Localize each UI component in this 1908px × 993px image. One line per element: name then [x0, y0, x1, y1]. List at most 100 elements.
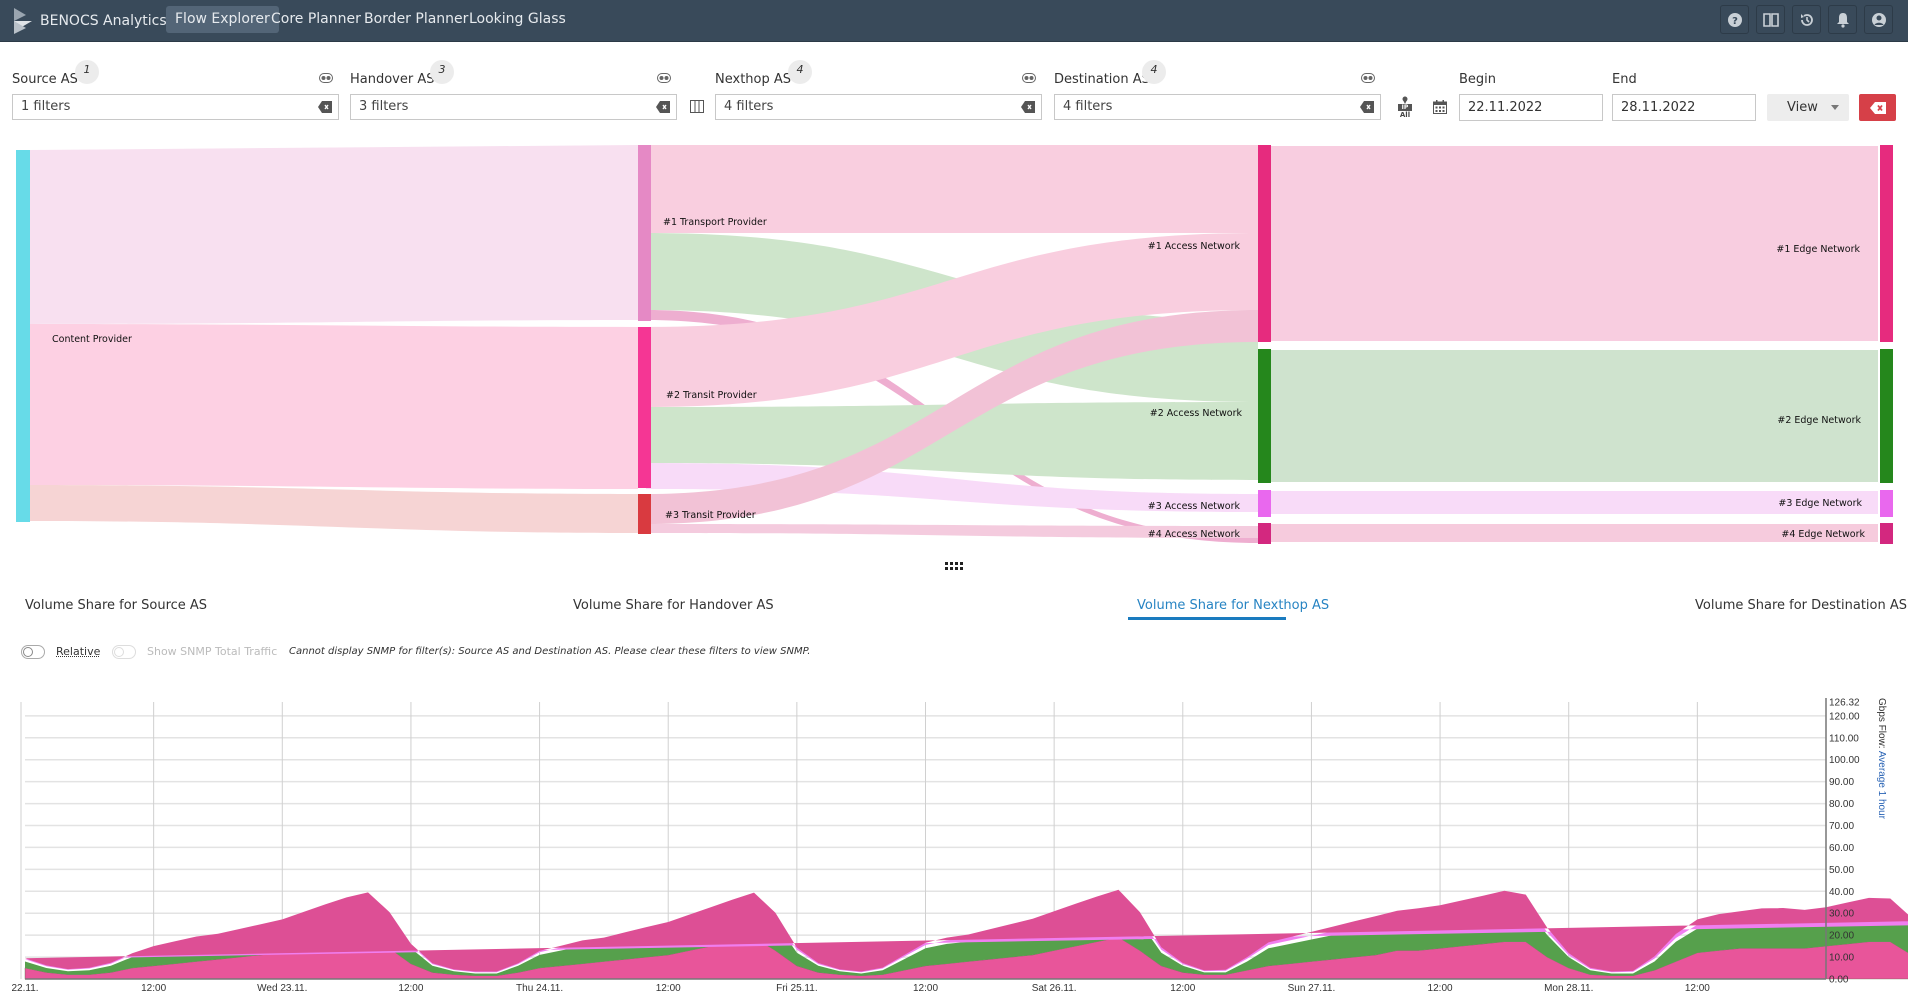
source-as-label: Source AS: [12, 72, 78, 87]
area-series-4[interactable]: [25, 734, 1908, 972]
node-content-provider[interactable]: [16, 150, 30, 522]
source-as-filter-input[interactable]: 1 filters: [12, 94, 339, 120]
source-as-filter-value: 1 filters: [21, 99, 71, 114]
node-label-edge-network-1: #1 Edge Network: [1776, 244, 1860, 255]
node-label-edge-network-4: #4 Edge Network: [1781, 529, 1865, 540]
clear-source-as-icon[interactable]: [318, 101, 332, 113]
clear-handover-as-icon[interactable]: [656, 101, 670, 113]
link-content-provider-to-transport-1[interactable]: [30, 145, 638, 324]
node-edge-network-4[interactable]: [1880, 523, 1893, 544]
node-transit-provider-3[interactable]: [638, 494, 651, 534]
node-label-access-network-3: #3 Access Network: [1148, 501, 1241, 512]
tab-handover-as[interactable]: Volume Share for Handover AS: [573, 598, 774, 613]
toggle-knob: [23, 647, 33, 657]
nexthop-as-filter-count: 4: [788, 60, 812, 84]
relative-toggle[interactable]: [21, 645, 45, 659]
node-edge-network-2[interactable]: [1880, 349, 1893, 483]
brand-logo[interactable]: BENOCS Analytics: [12, 6, 167, 36]
y-tick-label: 80.00: [1829, 799, 1854, 810]
user-account-button[interactable]: [1864, 5, 1893, 34]
x-tick-label: 12:00: [398, 983, 423, 993]
y-axis-title-aggregation[interactable]: Average 1 hour: [1876, 751, 1887, 820]
x-tick-label: 12:00: [656, 983, 681, 993]
handover-as-visibility-icon[interactable]: [657, 73, 671, 83]
help-icon: ?: [1727, 12, 1742, 27]
y-tick-label: 20.00: [1829, 931, 1854, 942]
node-label-access-network-4: #4 Access Network: [1148, 529, 1241, 540]
node-label-content-provider: Content Provider: [52, 334, 132, 345]
y-tick-label: 126.32: [1829, 698, 1860, 709]
begin-date-input[interactable]: 22.11.2022: [1459, 94, 1603, 121]
end-date-input[interactable]: 28.11.2022: [1612, 94, 1756, 121]
ip-version-toggle[interactable]: IP All: [1398, 96, 1412, 120]
help-button[interactable]: ?: [1720, 5, 1749, 34]
y-tick-label: 120.00: [1829, 711, 1860, 722]
node-label-edge-network-3: #3 Edge Network: [1778, 498, 1862, 509]
relative-label[interactable]: Relative: [56, 645, 100, 658]
chevron-down-icon: [1831, 105, 1839, 110]
columns-toggle-icon[interactable]: [690, 100, 704, 113]
svg-text:?: ?: [1732, 16, 1738, 27]
node-access-network-3[interactable]: [1258, 490, 1271, 517]
node-label-access-network-1: #1 Access Network: [1148, 241, 1241, 252]
nexthop-as-filter-value: 4 filters: [724, 99, 774, 114]
clear-destination-as-icon[interactable]: [1360, 101, 1374, 113]
x-tick-label: Fri 25.11.: [776, 983, 818, 993]
tab-nexthop-as[interactable]: Volume Share for Nexthop AS: [1137, 598, 1329, 613]
manual-button[interactable]: [1756, 5, 1785, 34]
calendar-icon[interactable]: [1433, 100, 1447, 114]
y-tick-label: 50.00: [1829, 865, 1854, 876]
node-label-transit-provider-2: #2 Transit Provider: [666, 390, 757, 401]
view-button-label: View: [1787, 100, 1818, 115]
node-label-transit-provider-3: #3 Transit Provider: [665, 510, 756, 521]
y-axis-title: Gbps Flow: Average 1 hour: [1876, 698, 1887, 820]
nexthop-as-filter-input[interactable]: 4 filters: [715, 94, 1042, 120]
node-access-network-1[interactable]: [1258, 145, 1271, 342]
nexthop-as-label: Nexthop AS: [715, 72, 792, 87]
handover-as-filter-count: 3: [430, 60, 454, 84]
view-dropdown-button[interactable]: View: [1767, 94, 1849, 121]
node-transit-provider-2[interactable]: [638, 327, 651, 488]
y-tick-label: 70.00: [1829, 821, 1854, 832]
node-transport-provider-1[interactable]: [638, 145, 651, 321]
clear-all-filters-button[interactable]: [1859, 94, 1896, 121]
node-access-network-4[interactable]: [1258, 523, 1271, 544]
y-tick-label: 10.00: [1829, 953, 1854, 964]
destination-as-filter-input[interactable]: 4 filters: [1054, 94, 1381, 120]
snmp-total-traffic-toggle[interactable]: [112, 645, 136, 659]
resize-drag-handle[interactable]: [944, 561, 964, 571]
x-tick-label: Mon 28.11.: [1544, 983, 1593, 993]
nav-core-planner[interactable]: Core Planner: [262, 6, 370, 33]
chart-areas: [24, 734, 1908, 980]
node-access-network-2[interactable]: [1258, 349, 1271, 483]
nav-looking-glass[interactable]: Looking Glass: [460, 6, 575, 33]
location-pin-icon: [1402, 96, 1408, 104]
tab-source-as[interactable]: Volume Share for Source AS: [25, 598, 207, 613]
handover-as-label: Handover AS: [350, 72, 435, 87]
notifications-button[interactable]: [1828, 5, 1857, 34]
sankey-links-nexthop-destination: [1271, 146, 1878, 542]
handover-as-filter-value: 3 filters: [359, 99, 409, 114]
destination-as-visibility-icon[interactable]: [1361, 73, 1375, 83]
tab-destination-as[interactable]: Volume Share for Destination AS: [1695, 598, 1907, 613]
ip-label: IP: [1398, 104, 1412, 111]
node-edge-network-3[interactable]: [1880, 490, 1893, 517]
source-as-visibility-icon[interactable]: [319, 73, 333, 83]
destination-as-label: Destination AS: [1054, 72, 1150, 87]
clear-nexthop-as-icon[interactable]: [1021, 101, 1035, 113]
top-navbar: BENOCS Analytics Flow Explorer Core Plan…: [0, 0, 1908, 42]
ip-all-label: All: [1399, 111, 1411, 119]
node-edge-network-1[interactable]: [1880, 145, 1893, 342]
x-tick-label: 22.11.: [11, 983, 38, 993]
handover-as-filter-input[interactable]: 3 filters: [350, 94, 677, 120]
history-button[interactable]: [1792, 5, 1821, 34]
toggle-knob: [114, 647, 124, 657]
y-tick-label: 100.00: [1829, 755, 1860, 766]
nexthop-as-visibility-icon[interactable]: [1022, 73, 1036, 83]
sankey-links-handover-nexthop: [646, 145, 1258, 543]
volume-share-stacked-area-chart: 0.00 10.00 20.00 30.00 40.00 50.00 60.00 70.00 8…: [11, 698, 1908, 993]
destination-as-filter-value: 4 filters: [1063, 99, 1113, 114]
link-content-provider-to-transit-3[interactable]: [30, 485, 638, 533]
y-axis-title-unit: Gbps Flow:: [1876, 698, 1887, 751]
link-content-provider-to-transit-2[interactable]: [30, 324, 638, 489]
